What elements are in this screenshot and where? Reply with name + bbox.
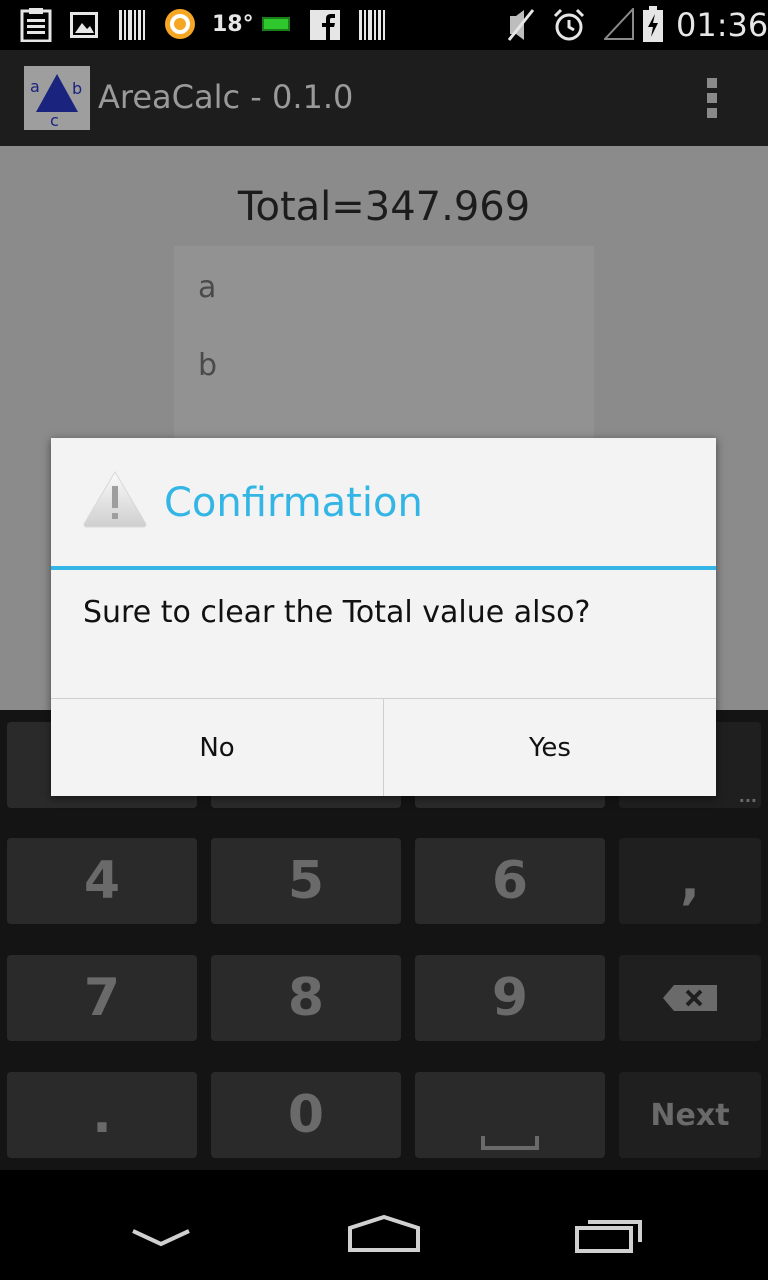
logo-letter-b: b xyxy=(72,79,82,98)
key-8[interactable]: 8 xyxy=(211,955,401,1041)
dialog-title-bar: Confirmation xyxy=(51,438,716,568)
status-bar: 18° 01:36 xyxy=(0,0,768,50)
key-comma[interactable]: , xyxy=(619,838,761,924)
alarm-icon xyxy=(553,8,585,41)
key-next[interactable]: Next xyxy=(619,1072,761,1158)
key-4[interactable]: 4 xyxy=(7,838,197,924)
key-6[interactable]: 6 xyxy=(415,838,605,924)
logo-letter-c: c xyxy=(50,111,59,130)
app-title: AreaCalc - 0.1.0 xyxy=(98,78,354,116)
recents-icon[interactable] xyxy=(574,1216,646,1254)
field-a-label[interactable]: a xyxy=(198,270,216,305)
navigation-bar xyxy=(0,1170,768,1280)
no-button[interactable]: No xyxy=(51,699,383,796)
temperature-text: 18° xyxy=(212,12,254,37)
barcode-icon xyxy=(119,10,145,40)
battery-charging-icon xyxy=(643,6,663,42)
key-space[interactable] xyxy=(415,1072,605,1158)
field-b-label[interactable]: b xyxy=(198,348,217,383)
action-bar: a b c AreaCalc - 0.1.0 xyxy=(0,50,768,146)
mute-icon xyxy=(507,9,535,41)
barcode-icon xyxy=(359,10,385,40)
back-icon[interactable] xyxy=(130,1226,192,1248)
key-9[interactable]: 9 xyxy=(415,955,605,1041)
facebook-icon xyxy=(310,10,340,40)
key-0[interactable]: 0 xyxy=(211,1072,401,1158)
logo-letter-a: a xyxy=(30,77,40,96)
dialog-title: Confirmation xyxy=(164,480,423,526)
overflow-menu-icon[interactable] xyxy=(702,78,722,122)
confirmation-dialog: Confirmation Sure to clear the Total val… xyxy=(51,438,716,796)
total-value: Total=347.969 xyxy=(237,184,531,230)
app-logo[interactable]: a b c xyxy=(24,66,90,130)
image-icon xyxy=(70,12,98,38)
clipboard-icon xyxy=(20,8,52,42)
key-5[interactable]: 5 xyxy=(211,838,401,924)
warning-icon xyxy=(83,471,147,528)
key-backspace[interactable] xyxy=(619,955,761,1041)
dialog-message: Sure to clear the Total value also? xyxy=(83,595,591,630)
more-keys-indicator: ... xyxy=(738,787,757,806)
battery-green-icon xyxy=(262,17,290,31)
space-icon xyxy=(481,1136,539,1150)
key-decimal[interactable]: . xyxy=(7,1072,197,1158)
key-7[interactable]: 7 xyxy=(7,955,197,1041)
app-o-icon xyxy=(165,9,195,39)
home-icon[interactable] xyxy=(346,1214,422,1254)
backspace-icon xyxy=(663,985,717,1011)
yes-button[interactable]: Yes xyxy=(384,699,716,796)
dialog-title-divider xyxy=(51,566,716,570)
clock-text: 01:36 xyxy=(676,6,768,44)
triangle-logo-icon: a b c xyxy=(30,74,82,130)
signal-icon xyxy=(604,8,634,40)
